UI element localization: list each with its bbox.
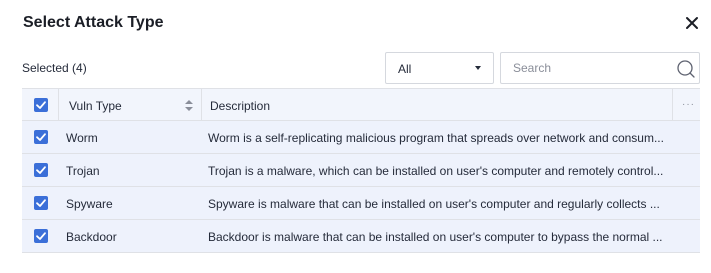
- row-checkbox[interactable]: [34, 130, 48, 144]
- vuln-type-cell: Worm: [66, 131, 98, 145]
- row-checkbox[interactable]: [34, 229, 48, 243]
- more-icon[interactable]: ···: [682, 98, 695, 112]
- checkbox-checked-icon: [36, 101, 46, 109]
- table-row[interactable]: Trojan Trojan is a malware, which can be…: [22, 154, 700, 187]
- select-all-checkbox[interactable]: [34, 98, 48, 112]
- filter-dropdown-value: All: [398, 62, 412, 76]
- close-button[interactable]: [683, 14, 701, 32]
- table-row[interactable]: Worm Worm is a self-replicating maliciou…: [22, 121, 700, 154]
- search-box: [500, 52, 700, 84]
- vuln-type-cell: Backdoor: [66, 230, 117, 244]
- row-checkbox[interactable]: [34, 196, 48, 210]
- filter-dropdown[interactable]: All: [385, 52, 494, 84]
- close-icon: [686, 17, 698, 29]
- checkbox-checked-icon: [36, 133, 46, 141]
- table-header: Vuln Type Description ···: [22, 88, 700, 121]
- column-header-vuln-type[interactable]: Vuln Type: [69, 98, 122, 114]
- selected-count: Selected (4): [22, 61, 87, 75]
- description-cell: Backdoor is malware that can be installe…: [208, 230, 663, 244]
- dialog-title: Select Attack Type: [23, 14, 164, 31]
- description-cell: Trojan is a malware, which can be instal…: [208, 164, 664, 178]
- vuln-type-cell: Spyware: [66, 197, 113, 211]
- search-input[interactable]: [513, 60, 663, 76]
- column-divider: [58, 89, 59, 121]
- checkbox-checked-icon: [36, 199, 46, 207]
- description-cell: Spyware is malware that can be installed…: [208, 197, 660, 211]
- checkbox-checked-icon: [36, 166, 46, 174]
- column-divider: [201, 89, 202, 121]
- column-divider: [672, 89, 673, 121]
- select-attack-type-dialog: Select Attack Type Selected (4) All Vuln…: [0, 0, 711, 273]
- row-checkbox[interactable]: [34, 163, 48, 177]
- chevron-down-icon: [475, 66, 481, 70]
- checkbox-checked-icon: [36, 232, 46, 240]
- column-header-description: Description: [210, 99, 271, 113]
- table-row[interactable]: Backdoor Backdoor is malware that can be…: [22, 220, 700, 253]
- search-icon[interactable]: [676, 59, 696, 79]
- description-cell: Worm is a self-replicating malicious pro…: [208, 131, 664, 145]
- vuln-type-cell: Trojan: [66, 164, 100, 178]
- sort-icon[interactable]: [185, 100, 193, 111]
- table-row[interactable]: Spyware Spyware is malware that can be i…: [22, 187, 700, 220]
